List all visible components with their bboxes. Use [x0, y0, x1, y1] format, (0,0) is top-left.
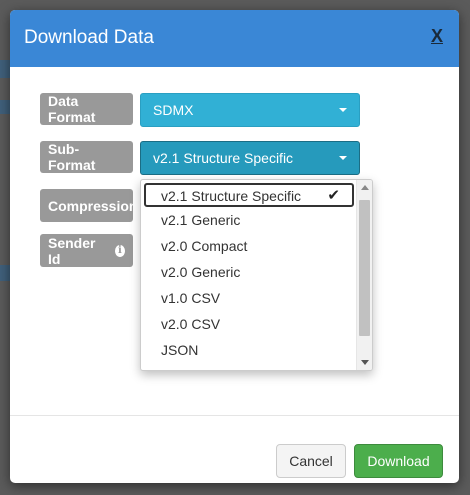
dropdown-option[interactable]: JSON: [141, 337, 356, 363]
dropdown-option[interactable]: v2.1 Structure Specific ✔: [144, 183, 354, 207]
dropdown-option-label: v2.0 Generic: [161, 264, 241, 280]
dropdown-option[interactable]: v2.0 CSV: [141, 311, 356, 337]
download-dialog: Download Data X Data Format SDMX Sub-For…: [10, 10, 459, 483]
dropdown-option-label: v2.1 Structure Specific: [161, 188, 302, 204]
dialog-title: Download Data: [24, 27, 154, 48]
sub-format-label-text: Sub-Format: [48, 141, 96, 173]
chevron-down-icon: [339, 156, 347, 160]
data-format-label-text: Data Format: [48, 93, 96, 125]
dropdown-option[interactable]: v2.0 Generic: [141, 259, 356, 285]
dialog-header: Download Data X: [10, 10, 459, 67]
background-fragment: [0, 100, 10, 114]
dialog-footer: Cancel Download: [10, 415, 459, 483]
cancel-button[interactable]: Cancel: [276, 444, 346, 478]
dropdown-option-label: v2.0 Compact: [161, 238, 248, 254]
chevron-down-icon: [339, 108, 347, 112]
background-fragment: [0, 265, 10, 281]
checkmark-icon: ✔: [327, 187, 340, 204]
sender-id-label: Sender Id i: [40, 234, 133, 267]
info-icon[interactable]: i: [114, 244, 125, 257]
sub-format-value: v2.1 Structure Specific: [153, 150, 294, 166]
scrollbar-thumb[interactable]: [359, 200, 370, 336]
data-format-select[interactable]: SDMX: [140, 93, 360, 127]
dropdown-scrollbar[interactable]: [356, 180, 372, 370]
dropdown-option[interactable]: v1.0 CSV: [141, 285, 356, 311]
dropdown-options: v2.1 Structure Specific ✔ v2.1 Generic v2.0…: [141, 180, 356, 363]
dropdown-option[interactable]: v2.0 Compact: [141, 233, 356, 259]
dropdown-option-label: v2.0 CSV: [161, 316, 221, 332]
dropdown-option[interactable]: v2.1 Generic: [141, 207, 356, 233]
download-button[interactable]: Download: [354, 444, 443, 478]
data-format-label: Data Format: [40, 93, 133, 125]
dropdown-option-label: v2.1 Generic: [161, 212, 241, 228]
dropdown-option-label: JSON: [161, 342, 199, 358]
dropdown-option-label: v1.0 CSV: [161, 290, 221, 306]
background-fragment: [0, 60, 10, 78]
data-format-value: SDMX: [153, 102, 194, 118]
close-button[interactable]: X: [429, 26, 445, 46]
sub-format-dropdown: v2.1 Structure Specific ✔ v2.1 Generic v2.0…: [140, 179, 373, 371]
scroll-down-arrow-icon[interactable]: [361, 360, 369, 365]
compression-label: Compression: [40, 189, 137, 222]
sender-id-label-text: Sender Id: [48, 234, 96, 267]
sub-format-select[interactable]: v2.1 Structure Specific: [140, 141, 360, 175]
compression-label-text: Compression: [48, 197, 138, 214]
sub-format-label: Sub-Format: [40, 141, 133, 173]
scroll-up-arrow-icon[interactable]: [361, 185, 369, 190]
